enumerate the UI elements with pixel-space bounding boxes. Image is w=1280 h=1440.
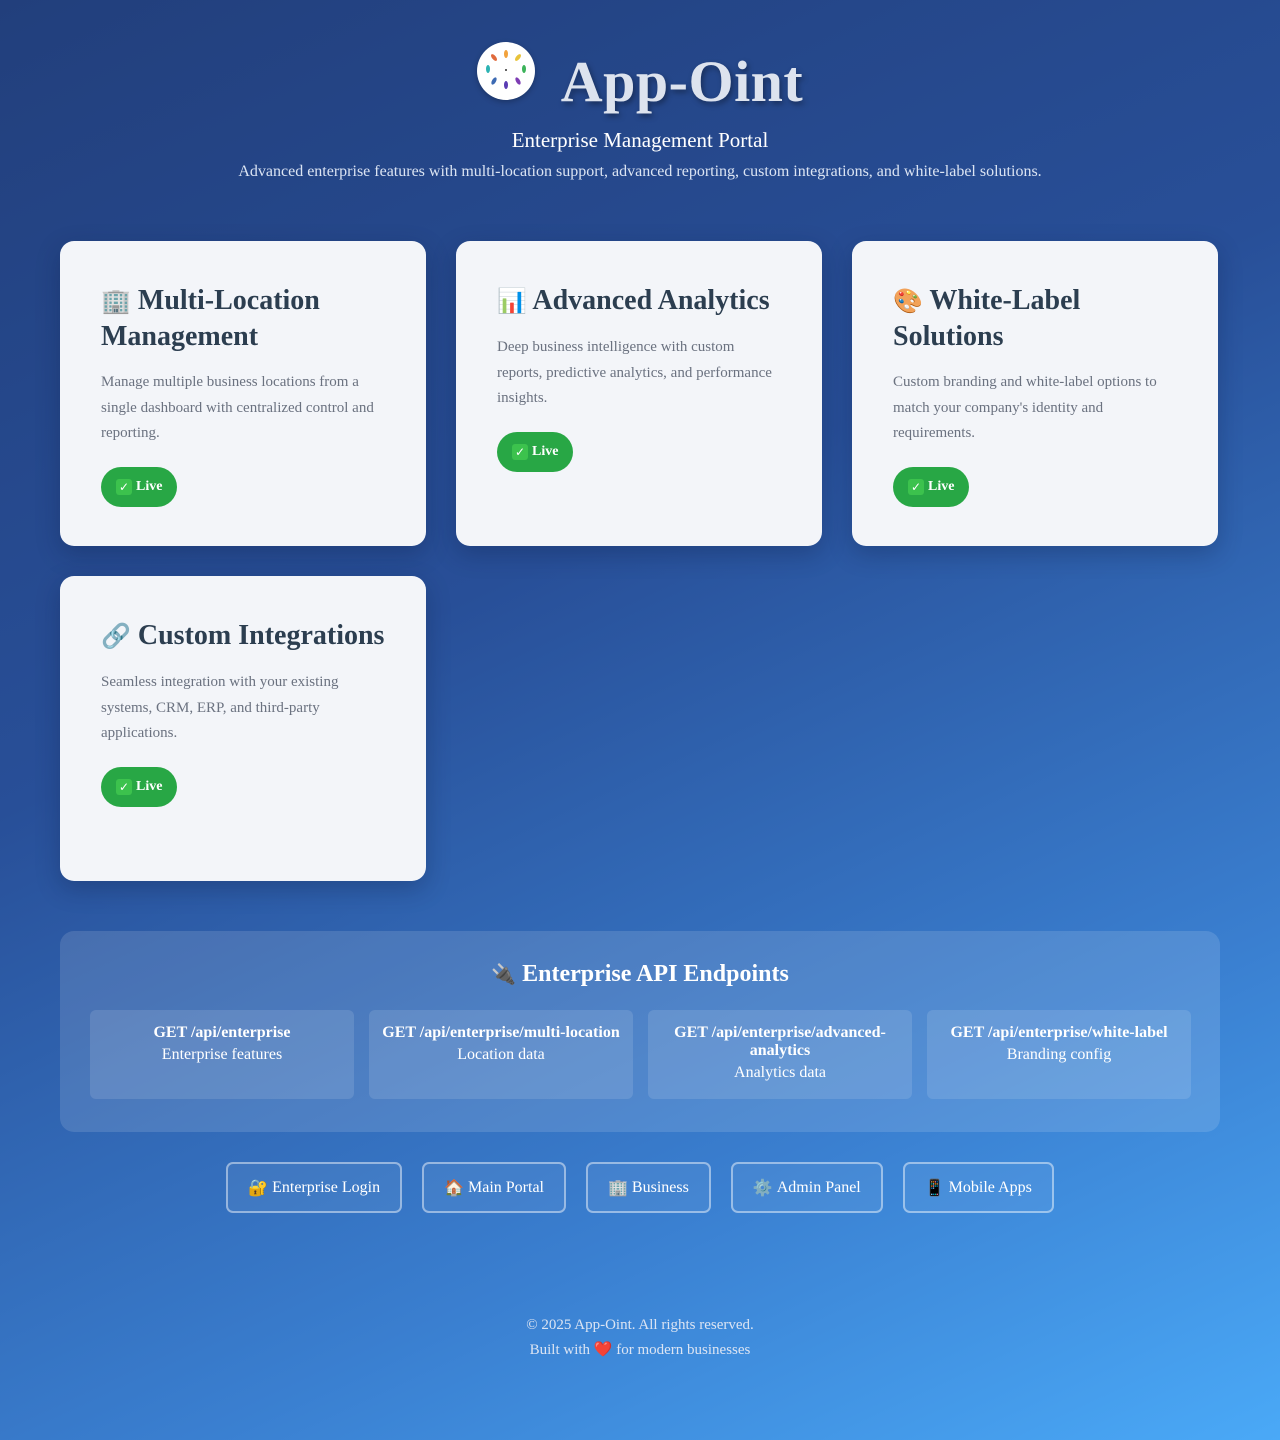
endpoint-item: GET /api/enterprise/advanced-analytics A… bbox=[648, 1010, 912, 1099]
enterprise-login-button[interactable]: 🔐 Enterprise Login bbox=[226, 1162, 403, 1213]
brand-row: App-Oint bbox=[0, 40, 1280, 122]
feature-card-white-label: 🎨 White-Label Solutions Custom branding … bbox=[852, 241, 1218, 546]
mobile-apps-button[interactable]: 📱 Mobile Apps bbox=[902, 1162, 1054, 1213]
built-with-text: Built with ❤️ for modern businesses bbox=[529, 1340, 751, 1358]
admin-panel-button[interactable]: ⚙️ Admin Panel bbox=[730, 1162, 883, 1213]
endpoint-path: GET /api/enterprise bbox=[153, 1024, 291, 1041]
endpoint-path: GET /api/enterprise/advanced-analytics bbox=[674, 1024, 886, 1059]
app-title: App-Oint bbox=[560, 48, 804, 114]
check-icon: ✓ bbox=[116, 778, 132, 795]
api-section-title: 🔌 Enterprise API Endpoints bbox=[491, 961, 789, 987]
feature-card-multi-location: 🏢 Multi-Location Management Manage multi… bbox=[60, 241, 426, 546]
plug-icon: 🔌 bbox=[491, 962, 517, 986]
endpoint-description: Analytics data bbox=[734, 1064, 826, 1081]
feature-card-title: 🔗 Custom Integrations bbox=[101, 620, 385, 651]
feature-card-advanced-analytics: 📊 Advanced Analytics Deep business intel… bbox=[456, 241, 822, 546]
lock-key-icon: 🔐 bbox=[248, 1178, 269, 1197]
api-endpoints-section: 🔌 Enterprise API Endpoints GET /api/ente… bbox=[60, 931, 1220, 1132]
status-badge: ✓ Live bbox=[893, 466, 970, 507]
office-building-icon: 🏢 bbox=[101, 287, 131, 315]
endpoint-item: GET /api/enterprise/multi-location Locat… bbox=[369, 1010, 633, 1099]
feature-card-text: Seamless integration with your existing … bbox=[101, 674, 339, 741]
mobile-phone-icon: 📱 bbox=[924, 1178, 945, 1197]
endpoint-description: Branding config bbox=[1006, 1046, 1112, 1063]
heart-icon: ❤️ bbox=[593, 1340, 613, 1358]
check-icon: ✓ bbox=[908, 478, 924, 495]
endpoint-path: GET /api/enterprise/multi-location bbox=[382, 1024, 620, 1041]
endpoint-path: GET /api/enterprise/white-label bbox=[950, 1024, 1168, 1041]
main-portal-button[interactable]: 🏠 Main Portal bbox=[422, 1162, 566, 1213]
portal-description: Advanced enterprise features with multi-… bbox=[238, 163, 1042, 180]
check-icon: ✓ bbox=[512, 443, 528, 460]
endpoint-item: GET /api/enterprise Enterprise features bbox=[90, 1010, 354, 1099]
gear-icon: ⚙️ bbox=[752, 1178, 773, 1197]
endpoint-item: GET /api/enterprise/white-label Branding… bbox=[927, 1010, 1191, 1099]
status-badge: ✓ Live bbox=[101, 466, 178, 507]
status-badge: ✓ Live bbox=[497, 431, 574, 472]
endpoint-description: Enterprise features bbox=[161, 1046, 283, 1063]
feature-card-title: 🎨 White-Label Solutions bbox=[893, 285, 1081, 352]
copyright-text: © 2025 App-Oint. All rights reserved. bbox=[526, 1317, 754, 1333]
page-header: App-Oint Enterprise Management Portal Ad… bbox=[0, 0, 1280, 181]
office-building-icon: 🏢 bbox=[608, 1178, 628, 1197]
endpoint-description: Location data bbox=[457, 1046, 545, 1063]
feature-card-text: Custom branding and white-label options … bbox=[893, 374, 1157, 441]
link-icon: 🔗 bbox=[101, 622, 131, 650]
page-footer: © 2025 App-Oint. All rights reserved. Bu… bbox=[0, 1313, 1280, 1362]
app-logo-icon bbox=[476, 42, 535, 100]
feature-card-text: Manage multiple business locations from … bbox=[101, 374, 374, 441]
feature-card-custom-integrations: 🔗 Custom Integrations Seamless integrati… bbox=[60, 576, 426, 881]
feature-card-title: 📊 Advanced Analytics bbox=[497, 285, 770, 316]
feature-cards: 🏢 Multi-Location Management Manage multi… bbox=[0, 241, 1280, 881]
feature-card-title: 🏢 Multi-Location Management bbox=[101, 285, 320, 352]
house-icon: 🏠 bbox=[444, 1178, 464, 1197]
navigation-links: 🔐 Enterprise Login 🏠 Main Portal 🏢 Business… bbox=[0, 1162, 1280, 1213]
business-button[interactable]: 🏢 Business bbox=[586, 1162, 711, 1213]
check-icon: ✓ bbox=[116, 478, 132, 495]
endpoint-list: GET /api/enterprise Enterprise features … bbox=[90, 1010, 1191, 1099]
feature-card-text: Deep business intelligence with custom r… bbox=[497, 339, 772, 406]
bar-chart-icon: 📊 bbox=[497, 287, 527, 315]
palette-icon: 🎨 bbox=[893, 287, 923, 315]
status-badge: ✓ Live bbox=[101, 766, 178, 807]
portal-subtitle: Enterprise Management Portal bbox=[511, 128, 769, 152]
